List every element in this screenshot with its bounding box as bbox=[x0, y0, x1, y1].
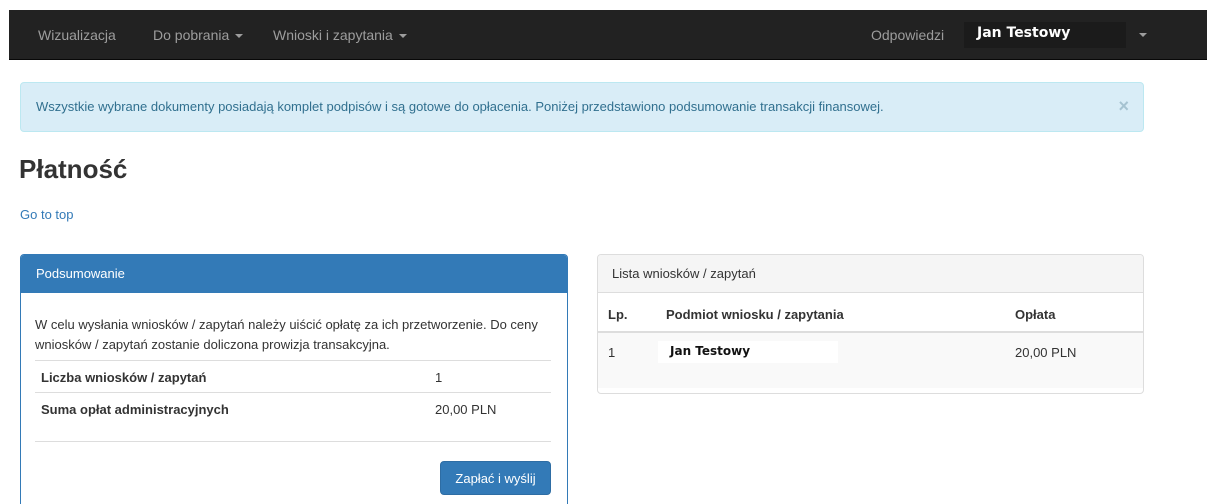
pay-and-send-button[interactable]: Zapłać i wyślij bbox=[440, 461, 551, 495]
nav-item-odpowiedzi[interactable]: Odpowiedzi bbox=[871, 10, 944, 60]
summary-row-value: 20,00 PLN bbox=[435, 402, 497, 417]
summary-row-value: 1 bbox=[435, 370, 443, 385]
info-alert: Wszystkie wybrane dokumenty posiadają ko… bbox=[20, 82, 1144, 132]
user-menu-chevron-down-icon[interactable] bbox=[1139, 33, 1147, 37]
row-subject: Jan Testowy bbox=[670, 344, 751, 358]
user-menu[interactable]: Jan Testowy bbox=[964, 22, 1126, 48]
summary-row-total: Suma opłat administracyjnych 20,00 PLN bbox=[35, 392, 551, 425]
nav-item-label: Do pobrania bbox=[153, 27, 230, 43]
nav-item-do-pobrania[interactable]: Do pobrania bbox=[153, 10, 244, 60]
requests-list-heading: Lista wniosków / zapytań bbox=[598, 255, 1143, 293]
column-header-subject: Podmiot wniosku / zapytania bbox=[666, 307, 844, 322]
summary-row-label: Liczba wniosków / zapytań bbox=[41, 370, 207, 385]
column-header-lp: Lp. bbox=[608, 307, 628, 322]
user-name: Jan Testowy bbox=[977, 25, 1071, 41]
column-header-fee: Opłata bbox=[1015, 307, 1056, 322]
summary-row-label: Suma opłat administracyjnych bbox=[41, 402, 229, 417]
page-title: Płatność bbox=[19, 154, 128, 184]
summary-divider bbox=[35, 441, 551, 442]
go-to-top-link[interactable]: Go to top bbox=[20, 207, 73, 222]
row-fee: 20,00 PLN bbox=[1015, 345, 1077, 360]
row-subject-box: Jan Testowy bbox=[658, 341, 838, 363]
summary-panel: Podsumowanie W celu wysłania wniosków / … bbox=[20, 254, 568, 504]
nav-item-wnioski-i-zapytania[interactable]: Wnioski i zapytania bbox=[273, 10, 407, 60]
nav-item-wizualizacja[interactable]: Wizualizacja bbox=[38, 10, 116, 60]
top-navbar: Wizualizacja Do pobrania Wnioski i zapyt… bbox=[9, 10, 1207, 60]
summary-panel-heading: Podsumowanie bbox=[21, 255, 567, 293]
summary-row-count: Liczba wniosków / zapytań 1 bbox=[35, 360, 551, 393]
close-icon[interactable]: × bbox=[1118, 96, 1129, 116]
chevron-down-icon bbox=[398, 34, 407, 39]
chevron-down-icon bbox=[235, 34, 244, 39]
requests-list-panel: Lista wniosków / zapytań Lp. Podmiot wni… bbox=[597, 254, 1144, 394]
summary-intro-text: W celu wysłania wniosków / zapytań należ… bbox=[35, 317, 538, 352]
row-lp: 1 bbox=[608, 345, 616, 360]
alert-message: Wszystkie wybrane dokumenty posiadają ko… bbox=[36, 99, 884, 114]
nav-item-label: Wnioski i zapytania bbox=[273, 27, 393, 43]
